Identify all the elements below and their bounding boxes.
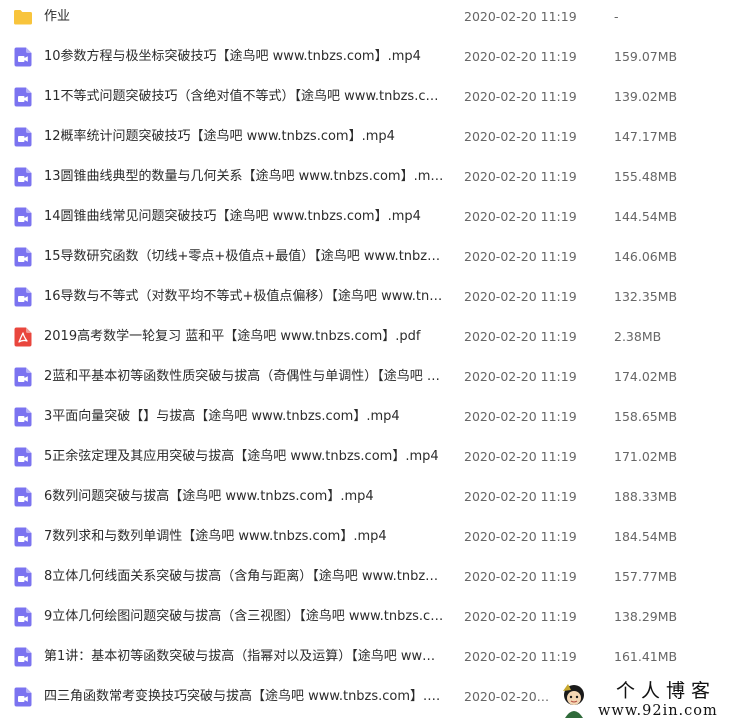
watermark-title: 个人博客 — [616, 680, 717, 702]
file-modified-date: 2020-02-20 11:19 — [464, 449, 577, 464]
file-row[interactable]: 11不等式问题突破技巧（含绝对值不等式）【途鸟吧 www.tnbzs.com】.… — [0, 80, 749, 120]
file-modified-date: 2020-02-20 11:19 — [464, 9, 577, 24]
file-name[interactable]: 14圆锥曲线常见问题突破技巧【途鸟吧 www.tnbzs.com】.mp4 — [44, 207, 444, 227]
blog-watermark: 个人博客 www.92in.com — [554, 678, 749, 723]
file-modified-date: 2020-02-20 11:19 — [464, 689, 552, 704]
file-row[interactable]: 16导数与不等式（对数平均不等式+极值点偏移）【途鸟吧 www.tnbzs.c.… — [0, 280, 749, 320]
video-file-icon — [13, 527, 33, 547]
file-name[interactable]: 13圆锥曲线典型的数量与几何关系【途鸟吧 www.tnbzs.com】.mp4 — [44, 167, 444, 187]
file-size: 174.02MB — [614, 369, 678, 384]
file-name[interactable]: 2019高考数学一轮复习 蓝和平【途鸟吧 www.tnbzs.com】.pdf — [44, 327, 444, 347]
video-file-icon — [13, 167, 33, 187]
file-row[interactable]: 2蓝和平基本初等函数性质突破与拔高（奇偶性与单调性）【途鸟吧 www.... 20… — [0, 360, 749, 400]
file-name[interactable]: 7数列求和与数列单调性【途鸟吧 www.tnbzs.com】.mp4 — [44, 527, 444, 547]
file-size: 157.77MB — [614, 569, 678, 584]
pdf-file-icon — [13, 327, 33, 347]
file-modified-date: 2020-02-20 11:19 — [464, 249, 577, 264]
file-size: 139.02MB — [614, 89, 678, 104]
file-size: 184.54MB — [614, 529, 678, 544]
file-list: 作业 2020-02-20 11:19 - 10参数方程与极坐标突破技巧【途鸟吧 ww… — [0, 0, 749, 720]
file-size: 147.17MB — [614, 129, 678, 144]
video-file-icon — [13, 207, 33, 227]
file-name[interactable]: 8立体几何线面关系突破与拔高（含角与距离）【途鸟吧 www.tnbzs.com.… — [44, 567, 444, 587]
file-row[interactable]: 2019高考数学一轮复习 蓝和平【途鸟吧 www.tnbzs.com】.pdf 2… — [0, 320, 749, 360]
file-name[interactable]: 11不等式问题突破技巧（含绝对值不等式）【途鸟吧 www.tnbzs.com】.… — [44, 87, 444, 107]
file-modified-date: 2020-02-20 11:19 — [464, 169, 577, 184]
file-row[interactable]: 15导数研究函数（切线+零点+极值点+最值）【途鸟吧 www.tnbzs.com… — [0, 240, 749, 280]
file-name[interactable]: 16导数与不等式（对数平均不等式+极值点偏移）【途鸟吧 www.tnbzs.c.… — [44, 287, 444, 307]
file-modified-date: 2020-02-20 11:19 — [464, 209, 577, 224]
video-file-icon — [13, 47, 33, 67]
file-row[interactable]: 第1讲：基本初等函数突破与拔高（指幂对以及运算）【途鸟吧 www.tnbz...… — [0, 640, 749, 680]
video-file-icon — [13, 287, 33, 307]
watermark-url: www.92in.com — [598, 703, 718, 719]
file-size: 146.06MB — [614, 249, 678, 264]
video-file-icon — [13, 487, 33, 507]
file-size: 2.38MB — [614, 329, 662, 344]
video-file-icon — [13, 247, 33, 267]
file-modified-date: 2020-02-20 11:19 — [464, 49, 577, 64]
file-modified-date: 2020-02-20 11:19 — [464, 609, 577, 624]
file-size: 144.54MB — [614, 209, 678, 224]
file-size: 138.29MB — [614, 609, 678, 624]
file-name[interactable]: 作业 — [44, 7, 444, 27]
file-row[interactable]: 12概率统计问题突破技巧【途鸟吧 www.tnbzs.com】.mp4 2020-… — [0, 120, 749, 160]
file-modified-date: 2020-02-20 11:19 — [464, 489, 577, 504]
file-size: 188.33MB — [614, 489, 678, 504]
video-file-icon — [13, 447, 33, 467]
file-row[interactable]: 6数列问题突破与拔高【途鸟吧 www.tnbzs.com】.mp4 2020-02… — [0, 480, 749, 520]
video-file-icon — [13, 407, 33, 427]
file-name[interactable]: 2蓝和平基本初等函数性质突破与拔高（奇偶性与单调性）【途鸟吧 www.... — [44, 367, 444, 387]
video-file-icon — [13, 647, 33, 667]
file-name[interactable]: 6数列问题突破与拔高【途鸟吧 www.tnbzs.com】.mp4 — [44, 487, 444, 507]
file-row[interactable]: 9立体几何绘图问题突破与拔高（含三视图）【途鸟吧 www.tnbzs.com】.… — [0, 600, 749, 640]
file-size: 155.48MB — [614, 169, 678, 184]
file-modified-date: 2020-02-20 11:19 — [464, 409, 577, 424]
file-modified-date: 2020-02-20 11:19 — [464, 129, 577, 144]
file-row[interactable]: 14圆锥曲线常见问题突破技巧【途鸟吧 www.tnbzs.com】.mp4 202… — [0, 200, 749, 240]
file-size: - — [614, 9, 619, 24]
file-row[interactable]: 8立体几何线面关系突破与拔高（含角与距离）【途鸟吧 www.tnbzs.com.… — [0, 560, 749, 600]
file-modified-date: 2020-02-20 11:19 — [464, 529, 577, 544]
file-name[interactable]: 15导数研究函数（切线+零点+极值点+最值）【途鸟吧 www.tnbzs.com… — [44, 247, 444, 267]
file-row[interactable]: 3平面向量突破【】与拔高【途鸟吧 www.tnbzs.com】.mp4 2020-… — [0, 400, 749, 440]
file-name[interactable]: 第1讲：基本初等函数突破与拔高（指幂对以及运算）【途鸟吧 www.tnbz... — [44, 647, 444, 667]
video-file-icon — [13, 127, 33, 147]
file-modified-date: 2020-02-20 11:19 — [464, 369, 577, 384]
avatar — [560, 682, 588, 718]
file-name[interactable]: 9立体几何绘图问题突破与拔高（含三视图）【途鸟吧 www.tnbzs.com】.… — [44, 607, 444, 627]
file-row[interactable]: 作业 2020-02-20 11:19 - — [0, 0, 749, 40]
file-modified-date: 2020-02-20 11:19 — [464, 289, 577, 304]
video-file-icon — [13, 607, 33, 627]
folder-icon — [13, 7, 33, 27]
file-modified-date: 2020-02-20 11:19 — [464, 649, 577, 664]
file-size: 159.07MB — [614, 49, 678, 64]
video-file-icon — [13, 367, 33, 387]
file-name[interactable]: 3平面向量突破【】与拔高【途鸟吧 www.tnbzs.com】.mp4 — [44, 407, 444, 427]
file-row[interactable]: 7数列求和与数列单调性【途鸟吧 www.tnbzs.com】.mp4 2020-0… — [0, 520, 749, 560]
file-modified-date: 2020-02-20 11:19 — [464, 89, 577, 104]
file-row[interactable]: 13圆锥曲线典型的数量与几何关系【途鸟吧 www.tnbzs.com】.mp4 2… — [0, 160, 749, 200]
file-modified-date: 2020-02-20 11:19 — [464, 569, 577, 584]
file-row[interactable]: 10参数方程与极坐标突破技巧【途鸟吧 www.tnbzs.com】.mp4 202… — [0, 40, 749, 80]
video-file-icon — [13, 687, 33, 707]
file-name[interactable]: 四三角函数常考变换技巧突破与拔高【途鸟吧 www.tnbzs.com】.mp4 — [44, 687, 444, 707]
file-size: 171.02MB — [614, 449, 678, 464]
video-file-icon — [13, 87, 33, 107]
file-size: 158.65MB — [614, 409, 678, 424]
file-name[interactable]: 10参数方程与极坐标突破技巧【途鸟吧 www.tnbzs.com】.mp4 — [44, 47, 444, 67]
file-modified-date: 2020-02-20 11:19 — [464, 329, 577, 344]
file-size: 132.35MB — [614, 289, 678, 304]
file-name[interactable]: 5正余弦定理及其应用突破与拔高【途鸟吧 www.tnbzs.com】.mp4 — [44, 447, 444, 467]
video-file-icon — [13, 567, 33, 587]
file-row[interactable]: 5正余弦定理及其应用突破与拔高【途鸟吧 www.tnbzs.com】.mp4 20… — [0, 440, 749, 480]
file-name[interactable]: 12概率统计问题突破技巧【途鸟吧 www.tnbzs.com】.mp4 — [44, 127, 444, 147]
file-size: 161.41MB — [614, 649, 678, 664]
